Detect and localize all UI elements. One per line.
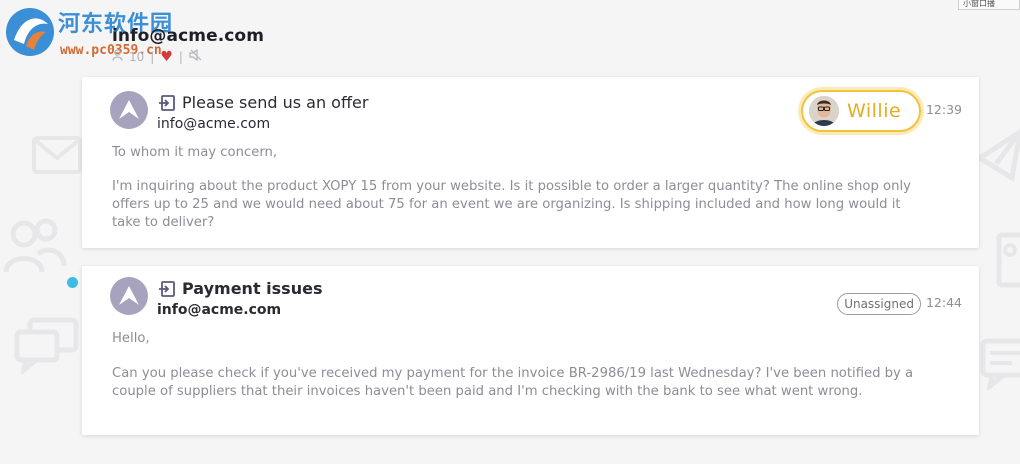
meta-separator-2: | (178, 49, 183, 64)
chat-bg-icon (14, 316, 80, 374)
users-bg-icon (2, 214, 68, 276)
user-icon (112, 49, 123, 64)
message-bg-icon (980, 338, 1020, 390)
conversation-sender: info@acme.com (157, 302, 282, 318)
subject-row: Payment issues (158, 279, 322, 298)
floating-window-button[interactable]: 小窗口播 (958, 0, 1020, 10)
conversation-time: 12:39 (925, 102, 962, 117)
send-bg-icon (976, 128, 1020, 184)
conversation-subject[interactable]: Please send us an offer (182, 93, 368, 112)
meta-separator: | (150, 49, 155, 64)
assignee-badge[interactable]: Willie (801, 90, 921, 132)
unassigned-badge[interactable]: Unassigned (837, 293, 921, 315)
assignee-avatar (809, 96, 839, 126)
assignee-name: Willie (847, 100, 902, 122)
unread-indicator (67, 277, 78, 288)
corner-label: 小窗口播 (963, 0, 995, 8)
conversation-card[interactable]: Please send us an offer info@acme.com Wi… (82, 77, 979, 248)
contact-avatar (110, 277, 148, 315)
subject-row: Please send us an offer (158, 93, 368, 112)
conversation-card[interactable]: Payment issues info@acme.com Unassigned … (67, 266, 979, 435)
image-bg-icon (996, 232, 1020, 290)
agency-logo-icon (119, 286, 139, 305)
conversation-time: 12:44 (925, 295, 962, 310)
member-count: 10 (129, 49, 145, 64)
inbox-meta: 10 | ♥ | (112, 48, 264, 64)
inbox-header: info@acme.com 10 | ♥ | (112, 26, 264, 64)
conversation-subject[interactable]: Payment issues (182, 279, 322, 298)
watermark-logo-icon (6, 8, 54, 56)
inbox-arrow-icon (159, 94, 175, 111)
agency-logo-icon (119, 100, 139, 119)
contact-avatar (110, 91, 148, 129)
conversation-sender: info@acme.com (157, 116, 271, 132)
heart-icon[interactable]: ♥ (160, 50, 173, 64)
inbox-title: info@acme.com (112, 26, 265, 46)
envelope-bg-icon (32, 136, 82, 176)
message-greeting: To whom it may concern, (112, 145, 278, 160)
inbox-arrow-icon (159, 280, 175, 297)
mute-icon[interactable] (189, 48, 202, 64)
message-greeting: Hello, (112, 331, 150, 346)
message-preview: I'm inquiring about the product XOPY 15 … (112, 179, 911, 230)
message-preview: Can you please check if you've received … (112, 366, 914, 399)
